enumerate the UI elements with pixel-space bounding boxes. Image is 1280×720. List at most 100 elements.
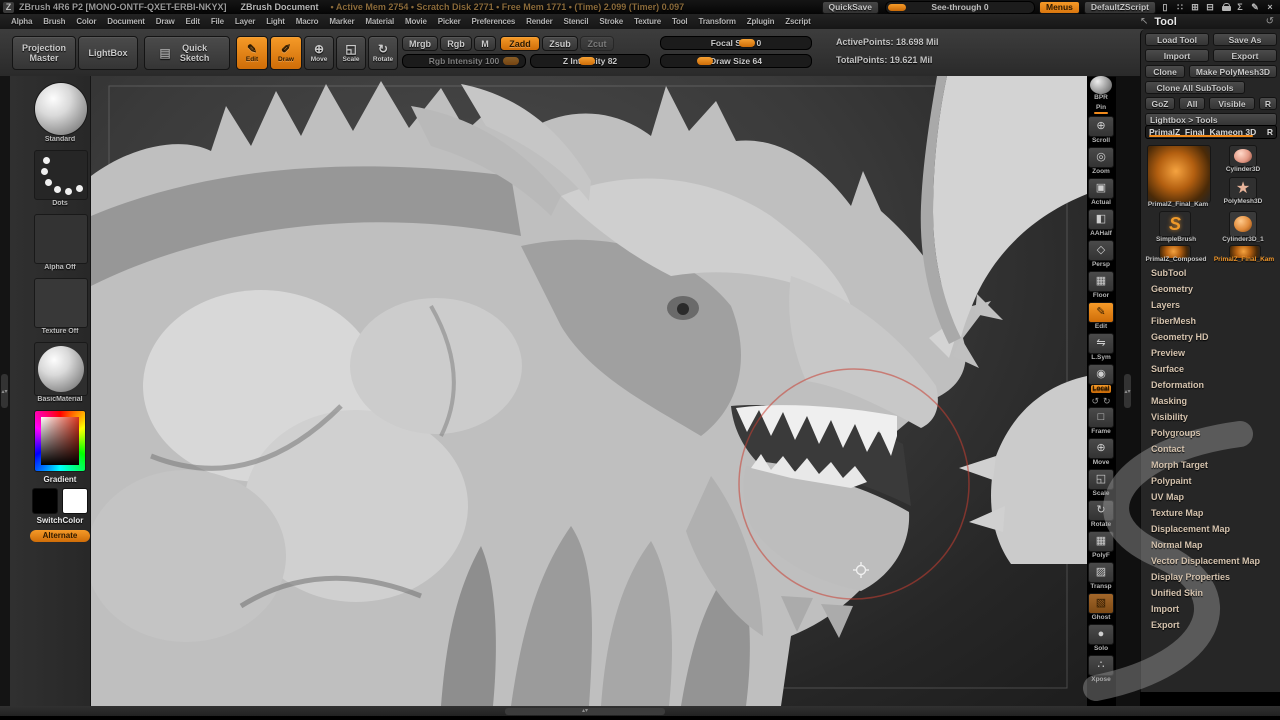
menu-item[interactable]: Macro bbox=[293, 16, 322, 27]
aahalf-button[interactable]: ◧ AAHalf bbox=[1088, 209, 1114, 238]
move-3d-button[interactable]: ⊕ Move bbox=[1088, 438, 1114, 467]
lock-icon[interactable] bbox=[1222, 3, 1231, 11]
rgb-intensity-slider[interactable]: Rgb Intensity 100 bbox=[402, 54, 526, 68]
menus-toggle-button[interactable]: Menus bbox=[1039, 1, 1080, 14]
menu-item[interactable]: Material bbox=[362, 16, 397, 27]
scale-button[interactable]: ◱ Scale bbox=[336, 36, 366, 70]
ghost-button[interactable]: ▧ Ghost bbox=[1088, 593, 1114, 622]
menu-item[interactable]: Color bbox=[73, 16, 99, 27]
main-color-swatch[interactable] bbox=[32, 488, 58, 514]
see-through-knob[interactable] bbox=[888, 4, 906, 11]
tool-section-button[interactable]: Deformation bbox=[1141, 377, 1280, 393]
menu-item[interactable]: Zscript bbox=[782, 16, 813, 27]
zadd-button[interactable]: Zadd bbox=[500, 36, 540, 51]
edit-object-button[interactable]: ✎ Edit bbox=[1088, 302, 1114, 331]
tool-section-button[interactable]: Unified Skin bbox=[1141, 585, 1280, 601]
menu-item[interactable]: Render bbox=[523, 16, 555, 27]
bottom-tray-divider[interactable]: ▴▾ bbox=[505, 708, 665, 715]
tool-section-button[interactable]: Preview bbox=[1141, 345, 1280, 361]
menu-item[interactable]: Stencil bbox=[561, 16, 592, 27]
stroke-thumbnail[interactable] bbox=[34, 150, 88, 200]
goz-visible-button[interactable]: Visible bbox=[1209, 97, 1255, 110]
brush-thumbnail[interactable] bbox=[34, 82, 88, 136]
tool-section-button[interactable]: Polygroups bbox=[1141, 425, 1280, 441]
tool-section-button[interactable]: SubTool bbox=[1141, 265, 1280, 281]
tool-section-button[interactable]: Texture Map bbox=[1141, 505, 1280, 521]
import-button[interactable]: Import bbox=[1145, 49, 1209, 62]
clone-all-subtools-button[interactable]: Clone All SubTools bbox=[1145, 81, 1245, 94]
secondary-color-swatch[interactable] bbox=[62, 488, 88, 514]
left-tray-divider[interactable]: ▴▾ bbox=[1, 374, 8, 408]
texture-thumbnail[interactable] bbox=[34, 278, 88, 328]
tool-section-button[interactable]: Contact bbox=[1141, 441, 1280, 457]
move-button[interactable]: ⊕ Move bbox=[304, 36, 334, 70]
menu-item[interactable]: Movie bbox=[402, 16, 430, 27]
tool-section-button[interactable]: Morph Target bbox=[1141, 457, 1280, 473]
tool-section-button[interactable]: Visibility bbox=[1141, 409, 1280, 425]
hand-right-icon[interactable]: ⊟ bbox=[1204, 2, 1216, 13]
spin-right-icon[interactable]: ↻ bbox=[1103, 396, 1111, 406]
right-tray-divider[interactable]: ▴▾ bbox=[1124, 374, 1131, 408]
tool-section-button[interactable]: Polypaint bbox=[1141, 473, 1280, 489]
tool-section-button[interactable]: Normal Map bbox=[1141, 537, 1280, 553]
close-icon[interactable]: × bbox=[1264, 2, 1276, 13]
menu-item[interactable]: Document bbox=[104, 16, 148, 27]
scale-3d-button[interactable]: ◱ Scale bbox=[1088, 469, 1114, 498]
tool-section-button[interactable]: Surface bbox=[1141, 361, 1280, 377]
clone-button[interactable]: Clone bbox=[1145, 65, 1185, 78]
refresh-icon[interactable]: ↺ bbox=[1266, 16, 1274, 27]
tool-section-button[interactable]: Masking bbox=[1141, 393, 1280, 409]
export-button[interactable]: Export bbox=[1213, 49, 1277, 62]
transp-button[interactable]: ▨ Transp bbox=[1088, 562, 1114, 591]
tool-section-button[interactable]: Geometry bbox=[1141, 281, 1280, 297]
tool-thumb-active-dragon[interactable] bbox=[1147, 145, 1211, 203]
default-zscript-button[interactable]: DefaultZScript bbox=[1084, 1, 1156, 14]
rgb-button[interactable]: Rgb bbox=[440, 36, 472, 51]
local-button[interactable]: ◉ Local bbox=[1088, 364, 1114, 393]
zcut-button[interactable]: Zcut bbox=[580, 36, 614, 51]
bpr-button[interactable]: BPR bbox=[1088, 76, 1114, 102]
menu-item[interactable]: Stroke bbox=[596, 16, 626, 27]
mrgb-button[interactable]: Mrgb bbox=[402, 36, 438, 51]
tool-section-button[interactable]: Display Properties bbox=[1141, 569, 1280, 585]
make-polymesh3d-button[interactable]: Make PolyMesh3D bbox=[1189, 65, 1277, 78]
pen-icon[interactable]: ✎ bbox=[1249, 2, 1261, 13]
menu-item[interactable]: Alpha bbox=[8, 16, 35, 27]
xpose-button[interactable]: ∴ Xpose bbox=[1088, 655, 1114, 684]
grid-icon[interactable]: ∷ bbox=[1174, 2, 1186, 13]
tool-section-button[interactable]: Vector Displacement Map bbox=[1141, 553, 1280, 569]
active-tool-slot[interactable]: PrimalZ_Final_Kameon 3D R bbox=[1145, 125, 1277, 139]
menu-item[interactable]: Brush bbox=[40, 16, 68, 27]
menu-item[interactable]: Edit bbox=[183, 16, 203, 27]
color-gradient-square[interactable] bbox=[41, 417, 79, 465]
focal-shift-slider[interactable]: Focal Shift 0 bbox=[660, 36, 812, 50]
floor-button[interactable]: ▦ Floor bbox=[1088, 271, 1114, 300]
dragon-sculpture[interactable] bbox=[91, 76, 1087, 706]
polyf-button[interactable]: ▦ PolyF bbox=[1088, 531, 1114, 560]
menu-item[interactable]: File bbox=[208, 16, 227, 27]
menu-item[interactable]: Layer bbox=[232, 16, 258, 27]
tool-section-button[interactable]: Displacement Map bbox=[1141, 521, 1280, 537]
tool-section-button[interactable]: Export bbox=[1141, 617, 1280, 633]
quicksave-button[interactable]: QuickSave bbox=[822, 1, 879, 14]
edit-button[interactable]: ✎ Edit bbox=[236, 36, 268, 70]
ratio-icon[interactable]: ▯ bbox=[1159, 2, 1171, 13]
spin-left-icon[interactable]: ↺ bbox=[1091, 396, 1099, 406]
tool-thumb-simplebrush[interactable]: S bbox=[1159, 211, 1191, 237]
active-tool-r-button[interactable]: R bbox=[1267, 126, 1273, 138]
lsym-button[interactable]: ⇋ L.Sym bbox=[1088, 333, 1114, 362]
goz-button[interactable]: GoZ bbox=[1145, 97, 1175, 110]
see-through-slider[interactable]: See-through 0 bbox=[885, 1, 1035, 14]
persp-button[interactable]: ◇ Persp bbox=[1088, 240, 1114, 269]
save-as-button[interactable]: Save As bbox=[1213, 33, 1277, 46]
scroll-button[interactable]: ⊕ Scroll bbox=[1088, 116, 1114, 145]
tool-section-button[interactable]: Layers bbox=[1141, 297, 1280, 313]
alpha-thumbnail[interactable] bbox=[34, 214, 88, 264]
tool-section-button[interactable]: FiberMesh bbox=[1141, 313, 1280, 329]
zoom-button[interactable]: ◎ Zoom bbox=[1088, 147, 1114, 176]
goz-all-button[interactable]: All bbox=[1179, 97, 1205, 110]
solo-button[interactable]: ● Solo bbox=[1088, 624, 1114, 653]
tool-thumb-cylinder3d-1[interactable] bbox=[1229, 211, 1257, 237]
goz-r-button[interactable]: R bbox=[1259, 97, 1277, 110]
tool-section-button[interactable]: Import bbox=[1141, 601, 1280, 617]
